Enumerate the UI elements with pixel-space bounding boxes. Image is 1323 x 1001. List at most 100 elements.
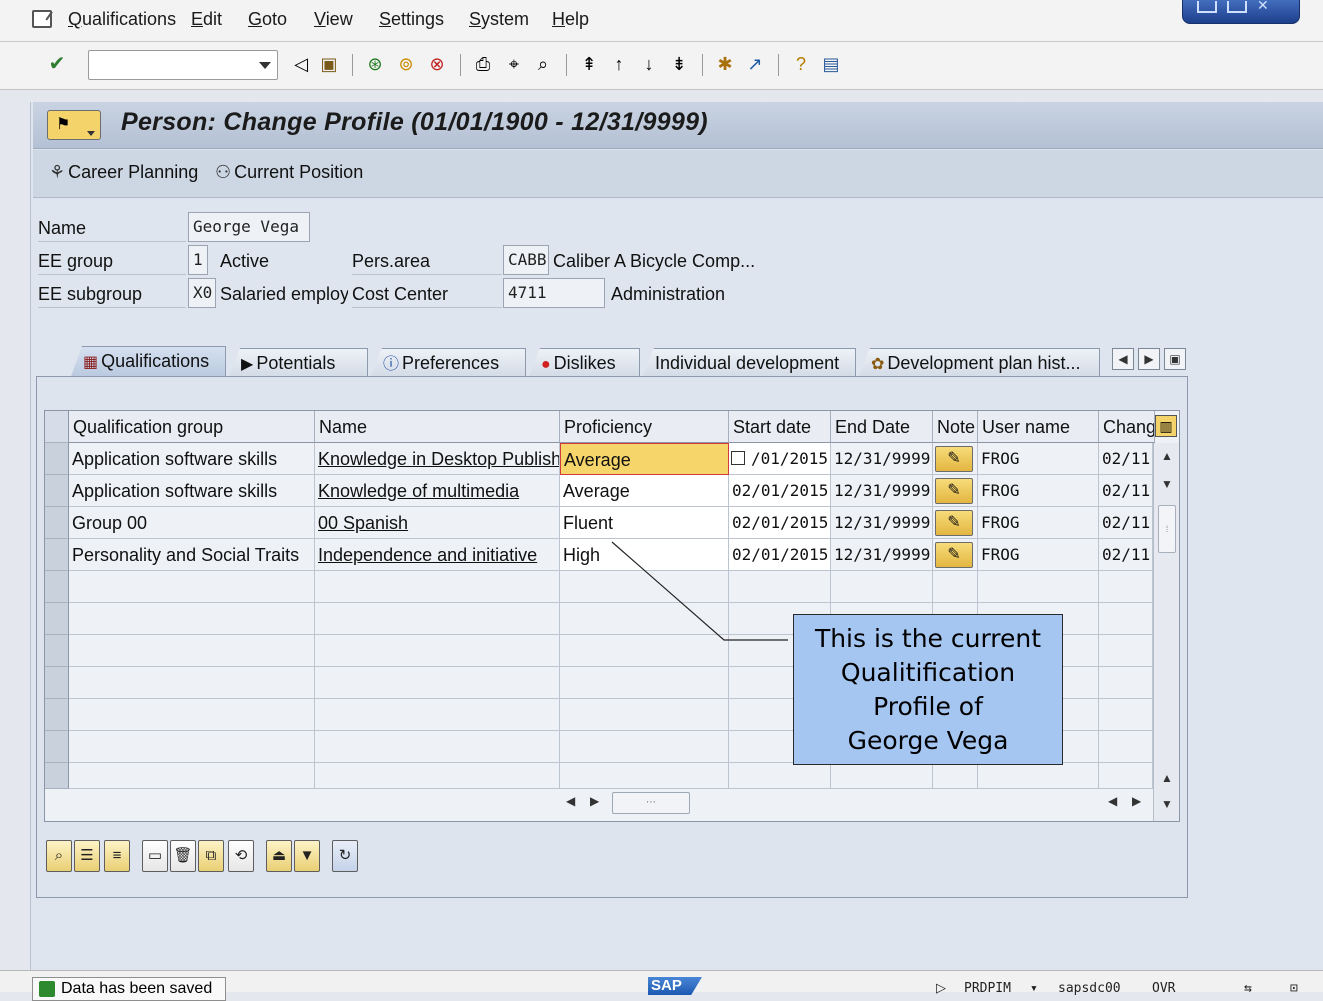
column-header-changed[interactable]: Change (1099, 411, 1155, 443)
scroll-down-icon[interactable]: ▼ (1158, 795, 1176, 813)
next-page-icon[interactable]: ↓ (638, 53, 660, 75)
scroll-left-icon[interactable]: ◀ (566, 794, 575, 808)
horizontal-scrollbar[interactable]: ◀ ▶ ⋯ ◀ ▶ (560, 792, 1150, 814)
tab-potentials[interactable]: ▶ Potentials (228, 348, 368, 378)
column-header-note[interactable]: Note (933, 411, 978, 443)
exit-icon[interactable]: ⊚ (395, 53, 417, 75)
scroll-thumb[interactable]: ⋯ (612, 792, 690, 814)
menu-settings[interactable]: Settings (379, 9, 444, 30)
row-selector[interactable] (45, 635, 69, 667)
row-selector[interactable] (45, 571, 69, 603)
scroll-right-icon[interactable]: ▶ (1132, 794, 1141, 808)
menu-edit[interactable]: Edit (191, 9, 222, 30)
create-icon[interactable]: ▭ (142, 840, 168, 872)
play-icon[interactable]: ▷ (936, 981, 946, 996)
row-selector[interactable] (45, 539, 69, 571)
tab-preferences[interactable]: ⓘ Preferences (370, 348, 526, 378)
screen-menu-button[interactable]: ⚑ (47, 110, 101, 140)
cell-start-date[interactable]: 02/01/2015 (729, 475, 831, 507)
maximize-icon[interactable] (1227, 1, 1247, 13)
cancel-icon[interactable]: ⊗ (426, 53, 448, 75)
shortcut-icon[interactable]: ↗ (744, 53, 766, 75)
row-selector[interactable] (45, 475, 69, 507)
note-pencil-icon[interactable]: ✎ (935, 478, 973, 504)
layout-menu-icon[interactable]: ▤ (820, 53, 842, 75)
cell-proficiency-input[interactable]: Average (560, 475, 729, 507)
menu-system[interactable]: System (469, 9, 529, 30)
scroll-down-icon[interactable]: ▼ (1158, 475, 1176, 493)
cell-name-link[interactable]: Independence and initiative (315, 539, 560, 571)
scroll-up-icon[interactable]: ▲ (1158, 447, 1176, 465)
find-next-icon[interactable]: ⌕ (532, 53, 554, 75)
print-icon[interactable]: ⎙ (472, 53, 494, 75)
tab-scroll-left-icon[interactable]: ◀ (1112, 348, 1134, 370)
tab-list-icon[interactable]: ▣ (1164, 348, 1186, 370)
cell-name-link[interactable]: Knowledge of multimedia (315, 475, 560, 507)
back-icon[interactable]: ⊛ (364, 53, 386, 75)
tab-qualifications[interactable]: ▦ Qualifications (70, 346, 226, 379)
system-info[interactable]: PRDPIM (964, 981, 1011, 996)
command-field[interactable] (88, 50, 278, 80)
filter-icon[interactable]: ▼ (294, 840, 320, 872)
current-position-button[interactable]: ⚇ Current Position (215, 162, 363, 183)
cell-proficiency-input[interactable]: High (560, 539, 729, 571)
help-icon[interactable]: ? (790, 53, 812, 75)
tab-individual-development[interactable]: Individual development (642, 348, 856, 378)
cell-start-date[interactable]: 02/01/2015 (729, 507, 831, 539)
career-planning-button[interactable]: ⚘ Career Planning (49, 162, 198, 183)
new-session-icon[interactable]: ✱ (714, 53, 736, 75)
column-header-qualification-group[interactable]: Qualification group (69, 411, 315, 443)
menu-qualifications[interactable]: Qualifications (68, 9, 176, 30)
refresh-icon[interactable]: ↻ (332, 840, 358, 872)
transfer-icon[interactable]: ⟲ (228, 840, 254, 872)
details-icon[interactable]: ⌕ (46, 840, 72, 872)
menu-view[interactable]: View (314, 9, 353, 30)
chevron-down-icon[interactable]: ▾ (1030, 981, 1038, 996)
scroll-right-icon[interactable]: ▶ (590, 794, 599, 808)
scroll-up-icon[interactable]: ▲ (1158, 769, 1176, 787)
menu-goto[interactable]: Goto (248, 9, 287, 30)
menu-help[interactable]: Help (552, 9, 589, 30)
last-page-icon[interactable]: ⇟ (668, 53, 690, 75)
column-header-start-date[interactable]: Start date (729, 411, 831, 443)
settings-icon[interactable]: ⇆ (1244, 981, 1252, 996)
note-pencil-icon[interactable]: ✎ (935, 542, 973, 568)
find-icon[interactable]: ⌖ (503, 53, 525, 75)
previous-page-icon[interactable]: ↑ (608, 53, 630, 75)
column-settings-icon[interactable]: ▥ (1155, 415, 1177, 437)
column-header-end-date[interactable]: End Date (831, 411, 933, 443)
sort-icon[interactable]: ⏏ (266, 840, 292, 872)
row-selector[interactable] (45, 763, 69, 789)
delete-icon[interactable]: 🗑 (170, 840, 196, 872)
scroll-left-icon[interactable]: ◀ (1108, 794, 1117, 808)
vertical-scrollbar[interactable]: ▲ ▼ ⁞ ▲ ▼ (1153, 443, 1179, 821)
cell-proficiency-input[interactable]: Average (560, 443, 729, 475)
row-selector[interactable] (45, 731, 69, 763)
column-header-user-name[interactable]: User name (978, 411, 1099, 443)
insert-mode[interactable]: OVR (1152, 981, 1175, 996)
first-page-icon[interactable]: ⇞ (578, 53, 600, 75)
chevron-down-icon[interactable] (259, 62, 271, 69)
note-pencil-icon[interactable]: ✎ (935, 446, 973, 472)
scroll-track[interactable] (690, 792, 1108, 814)
row-selector[interactable] (45, 699, 69, 731)
status-message[interactable]: Data has been saved (32, 977, 226, 1001)
save-icon[interactable]: ▣ (318, 53, 340, 75)
back-arrow-icon[interactable]: ◁ (290, 53, 312, 75)
lock-icon[interactable]: ⊡ (1290, 981, 1298, 996)
column-header-name[interactable]: Name (315, 411, 560, 443)
cell-proficiency-input[interactable]: Fluent (560, 507, 729, 539)
row-selector[interactable] (45, 507, 69, 539)
column-header-proficiency[interactable]: Proficiency (560, 411, 729, 443)
note-pencil-icon[interactable]: ✎ (935, 510, 973, 536)
tab-dislikes[interactable]: ● Dislikes (528, 348, 640, 378)
cell-start-date[interactable]: /01/2015 (729, 443, 831, 475)
tab-development-plan-history[interactable]: ✿ Development plan hist... (858, 348, 1100, 378)
scroll-thumb[interactable]: ⁞ (1158, 505, 1176, 553)
cell-name-link[interactable]: Knowledge in Desktop Publishin... (315, 443, 560, 475)
row-selector[interactable] (45, 667, 69, 699)
cell-name-link[interactable]: 00 Spanish (315, 507, 560, 539)
deselect-all-icon[interactable]: ≡ (104, 840, 130, 872)
cell-start-date[interactable]: 02/01/2015 (729, 539, 831, 571)
tab-scroll-right-icon[interactable]: ▶ (1138, 348, 1160, 370)
